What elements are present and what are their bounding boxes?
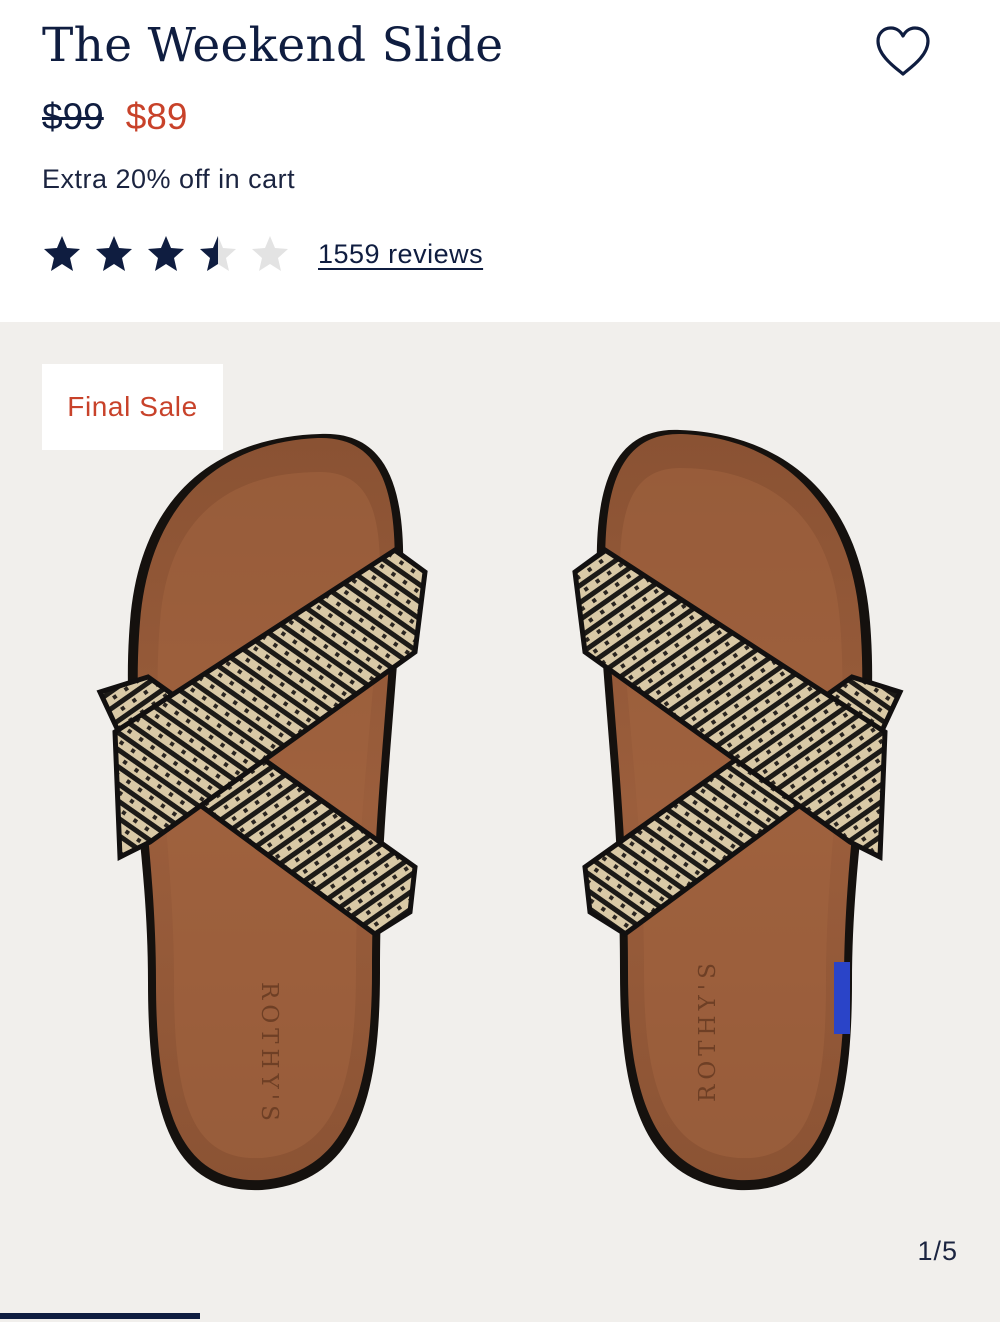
gallery-progress-fill <box>0 1313 200 1319</box>
right-slide-heel-accent <box>834 962 850 1034</box>
star-filled-icon <box>200 236 236 271</box>
original-price: $99 <box>42 96 104 137</box>
price-row: $99 $89 <box>42 96 187 138</box>
right-slide: ROTHY'S <box>572 429 904 1191</box>
promo-text: Extra 20% off in cart <box>42 164 296 194</box>
rating-row: 1559 reviews <box>42 234 483 274</box>
gallery-progress-track <box>0 1313 1000 1319</box>
star-filled-icon <box>44 236 80 271</box>
product-photo: ROTHY'S ROTHY'S <box>96 429 904 1191</box>
product-title: The Weekend Slide <box>42 18 504 73</box>
image-counter: 1/5 <box>917 1236 958 1266</box>
left-slide: ROTHY'S <box>96 433 428 1191</box>
star-rating <box>42 234 302 274</box>
heart-outline-icon[interactable] <box>874 24 932 78</box>
sale-price: $89 <box>125 96 188 137</box>
product-header: The Weekend Slide $99 $89 Extra 20% off … <box>0 0 1000 322</box>
left-insole-brand: ROTHY'S <box>256 982 282 1126</box>
star-empty-icon <box>252 236 288 271</box>
bottom-strip <box>0 1322 1000 1333</box>
right-insole-brand: ROTHY'S <box>695 958 721 1102</box>
star-filled-icon <box>96 236 132 271</box>
final-sale-badge: Final Sale <box>42 364 223 450</box>
reviews-link[interactable]: 1559 reviews <box>318 239 483 270</box>
star-filled-icon <box>148 236 184 271</box>
product-image-gallery[interactable]: ROTHY'S ROTHY'S Final Sale 1/5 <box>0 322 1000 1322</box>
